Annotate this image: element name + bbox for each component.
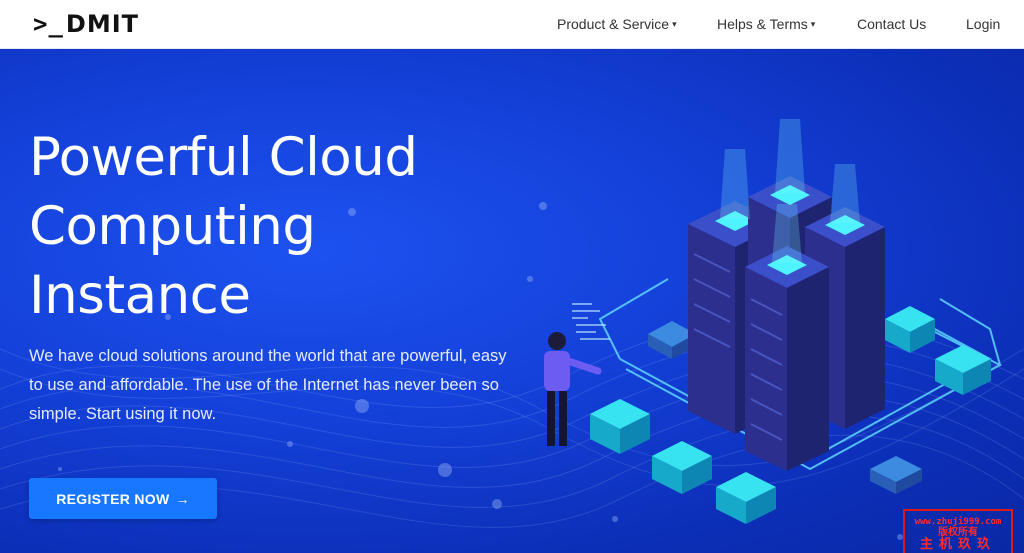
nav-helps-terms-label: Helps & Terms [717, 16, 808, 32]
server-illustration [544, 119, 1003, 524]
chip-icon [590, 399, 650, 454]
chevron-down-icon: ▾ [810, 18, 816, 29]
top-navbar: >_ DMIT Product & Service ▾ Helps & Term… [0, 0, 1024, 49]
brand-logo[interactable]: >_ DMIT [33, 10, 139, 38]
person-figure [544, 332, 602, 446]
headline-line-2: Computing [29, 196, 316, 257]
nav-product-service[interactable]: Product & Service ▾ [557, 16, 677, 32]
headline-line-1: Powerful Cloud [29, 127, 418, 188]
nav-contact-us[interactable]: Contact Us [857, 16, 926, 32]
register-now-button[interactable]: REGISTER NOW → [29, 478, 217, 519]
headline-line-3: Instance [29, 265, 251, 326]
watermark-site-name: 主机玖玖 [919, 537, 996, 553]
hero-description: We have cloud solutions around the world… [29, 347, 507, 423]
nav-product-service-label: Product & Service [557, 16, 670, 32]
watermark-url: www.zhuji999.com [914, 516, 1002, 527]
arrow-right-icon: → [175, 490, 190, 507]
watermark-stamp: www.zhuji999.com 版权所有 主机玖玖 [903, 509, 1013, 553]
nav-login[interactable]: Login [966, 16, 1000, 32]
nav-contact-us-label: Contact Us [857, 16, 927, 32]
logo-text: DMIT [65, 10, 140, 38]
nav-login-label: Login [966, 16, 1001, 32]
hero-headline: Powerful Cloud Computing Instance [29, 123, 489, 330]
logo-prompt-icon: >_ [33, 10, 64, 38]
nav-helps-terms[interactable]: Helps & Terms ▾ [717, 16, 815, 32]
hero-section: Powerful Cloud Computing Instance We hav… [0, 49, 1024, 553]
register-now-label: REGISTER NOW [56, 490, 170, 507]
chevron-down-icon: ▾ [672, 18, 677, 29]
